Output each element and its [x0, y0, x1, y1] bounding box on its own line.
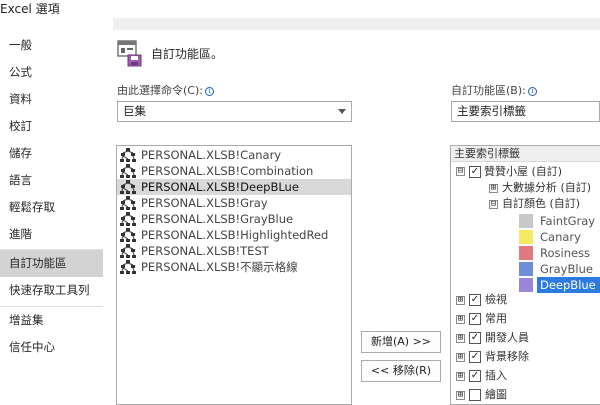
tree-item-tab-developer[interactable]: 開發人員: [485, 330, 529, 346]
macro-icon: [120, 196, 136, 210]
tree-item-tab-home[interactable]: 常用: [485, 311, 507, 327]
color-swatch: [519, 214, 533, 228]
command-list-item-selected[interactable]: PERSONAL.XLSB!DeepBLue: [117, 179, 351, 195]
color-swatch: [519, 230, 533, 244]
customize-ribbon-icon: [116, 38, 144, 68]
expand-icon[interactable]: ⊞: [456, 391, 465, 400]
command-list-item[interactable]: PERSONAL.XLSB!不顯示格線: [117, 259, 351, 275]
macro-icon: [120, 164, 136, 178]
add-button[interactable]: 新增(A) >>: [361, 331, 441, 353]
customize-ribbon-label: 自訂功能區(B): i: [451, 82, 537, 98]
macro-icon: [120, 148, 136, 162]
color-item-canary[interactable]: Canary: [537, 229, 600, 245]
page-title: 自訂功能區。: [151, 47, 224, 61]
tab-checkbox[interactable]: ✓: [469, 313, 481, 325]
info-icon: i: [204, 87, 214, 96]
color-swatch: [519, 246, 533, 260]
expand-icon[interactable]: ⊞: [456, 315, 465, 324]
command-list-item[interactable]: PERSONAL.XLSB!Canary: [117, 147, 351, 163]
nav-item-add-ins[interactable]: 增益集: [0, 307, 103, 334]
commands-listbox[interactable]: PERSONAL.XLSB!Canary PERSONAL.XLSB!Combi…: [116, 145, 352, 405]
color-swatch: [519, 262, 533, 276]
macro-icon: [120, 180, 136, 194]
tree-item-group-bigdata[interactable]: 大數據分析 (自訂): [502, 180, 591, 196]
ribbon-tree[interactable]: 主要索引標籤 ⊟ ✓ 贊贊小屋 (自訂) ⊞ 大數據分析 (自訂) ⊟ 自訂顏色…: [450, 145, 600, 405]
collapse-icon[interactable]: ⊟: [489, 200, 498, 209]
macro-icon: [120, 244, 136, 258]
expand-icon[interactable]: ⊞: [456, 334, 465, 343]
nav-item-quick-access-toolbar[interactable]: 快速存取工具列: [0, 277, 103, 304]
tab-checkbox[interactable]: ✓: [469, 166, 481, 178]
macro-icon: [120, 212, 136, 226]
tree-item-custom-tab[interactable]: 贊贊小屋 (自訂): [484, 164, 562, 180]
command-list-item[interactable]: PERSONAL.XLSB!Combination: [117, 163, 351, 179]
tree-item-tab-background-removal[interactable]: 背景移除: [485, 349, 529, 365]
command-list-item[interactable]: PERSONAL.XLSB!GrayBlue: [117, 211, 351, 227]
tree-item-group-colors[interactable]: 自訂顏色 (自訂): [502, 196, 580, 212]
choose-commands-dropdown[interactable]: 巨集: [117, 101, 352, 122]
nav-item-customize-ribbon[interactable]: 自訂功能區: [0, 250, 103, 277]
color-swatch: [519, 278, 533, 292]
color-item-grayblue[interactable]: GrayBlue: [537, 261, 600, 277]
tree-header: 主要索引標籤: [451, 146, 600, 162]
top-divider: [113, 18, 600, 30]
color-item-deepblue-selected[interactable]: DeepBlue: [537, 277, 600, 293]
tab-checkbox[interactable]: [469, 389, 481, 401]
nav-item-accessibility[interactable]: 輕鬆存取: [0, 194, 103, 221]
tree-item-tab-insert[interactable]: 插入: [485, 368, 507, 384]
command-list-item[interactable]: PERSONAL.XLSB!HighlightedRed: [117, 227, 351, 243]
collapse-icon[interactable]: ⊟: [456, 167, 465, 176]
command-list-item[interactable]: PERSONAL.XLSB!TEST: [117, 243, 351, 259]
tab-checkbox[interactable]: ✓: [469, 370, 481, 382]
info-icon: i: [527, 87, 537, 96]
command-list-item[interactable]: PERSONAL.XLSB!Gray: [117, 195, 351, 211]
color-item-rosiness[interactable]: Rosiness: [537, 245, 600, 261]
tab-checkbox[interactable]: ✓: [469, 351, 481, 363]
nav-item-general[interactable]: 一般: [0, 32, 103, 59]
chevron-down-icon: [338, 109, 346, 114]
expand-icon[interactable]: ⊞: [456, 296, 465, 305]
macro-icon: [120, 260, 136, 274]
nav-item-save[interactable]: 儲存: [0, 140, 103, 167]
tree-item-tab-view[interactable]: 檢視: [485, 292, 507, 308]
tab-checkbox[interactable]: ✓: [469, 294, 481, 306]
nav-item-advanced[interactable]: 進階: [0, 221, 103, 248]
expand-icon[interactable]: ⊞: [456, 372, 465, 381]
choose-commands-label: 由此選擇命令(C): i: [117, 82, 214, 98]
nav-item-trust-center[interactable]: 信任中心: [0, 334, 103, 361]
macro-icon: [120, 228, 136, 242]
remove-button[interactable]: << 移除(R): [361, 360, 441, 382]
nav-item-proofing[interactable]: 校訂: [0, 113, 103, 140]
tab-checkbox[interactable]: ✓: [469, 332, 481, 344]
dialog-title: Excel 選項: [0, 2, 60, 16]
expand-icon[interactable]: ⊞: [489, 184, 498, 193]
customize-ribbon-dropdown[interactable]: 主要索引標籤: [451, 101, 600, 122]
options-nav: 一般 公式 資料 校訂 儲存 語言 輕鬆存取 進階 自訂功能區 快速存取工具列 …: [0, 30, 103, 401]
nav-item-language[interactable]: 語言: [0, 167, 103, 194]
color-item-faintgray[interactable]: FaintGray: [537, 213, 600, 229]
expand-icon[interactable]: ⊞: [456, 353, 465, 362]
nav-item-data[interactable]: 資料: [0, 86, 103, 113]
nav-item-formulas[interactable]: 公式: [0, 59, 103, 86]
